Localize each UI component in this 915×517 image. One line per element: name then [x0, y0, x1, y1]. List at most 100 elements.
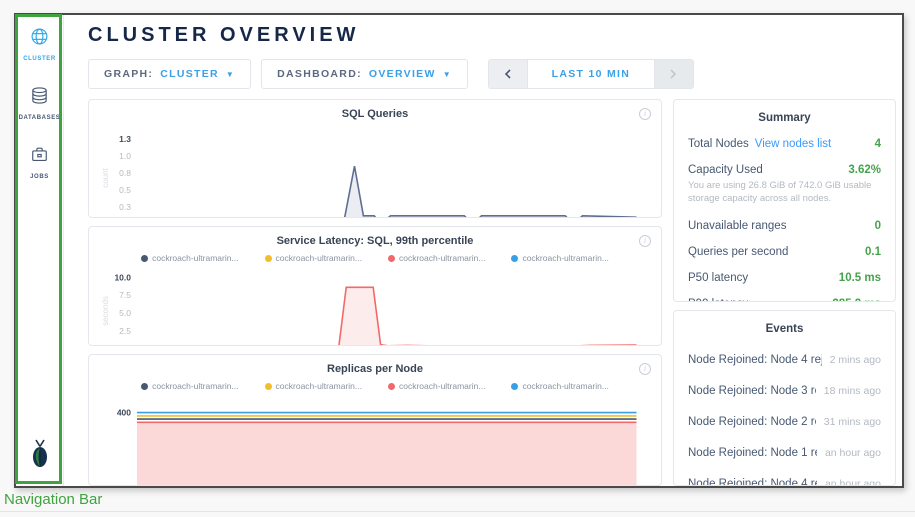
- summary-label: Unavailable ranges: [688, 220, 786, 232]
- chart-legend: cockroach-ultramarin... cockroach-ultram…: [99, 253, 651, 263]
- chart-title: Service Latency: SQL, 99th percentile: [99, 235, 651, 247]
- right-column: Summary Total NodesView nodes list4Capac…: [673, 99, 896, 486]
- event-text: Node Rejoined: Node 2 rej...: [688, 416, 816, 428]
- chevron-down-icon: ▼: [443, 70, 452, 79]
- main-content: CLUSTER OVERVIEW GRAPH: CLUSTER ▼ DASHBO…: [64, 15, 902, 486]
- svg-text:0.0: 0.0: [119, 344, 131, 346]
- event-text: Node Rejoined: Node 4 rej...: [688, 478, 817, 486]
- sidebar-item-label: DATABASES: [19, 115, 61, 121]
- database-icon: [30, 86, 49, 110]
- summary-label: Capacity Used: [688, 164, 763, 176]
- sidebar-item-databases[interactable]: DATABASES: [19, 86, 61, 121]
- legend-dot: [511, 255, 518, 262]
- legend-item[interactable]: cockroach-ultramarin...: [141, 253, 238, 263]
- svg-text:10.0: 10.0: [114, 273, 131, 283]
- event-row: Node Rejoined: Node 4 rej... an hour ago: [688, 478, 881, 486]
- chart-legend: cockroach-ultramarin... cockroach-ultram…: [99, 381, 651, 391]
- replicas-per-node-chart: 40014:4014:4114:4214:4314:4414:4514:4614…: [99, 395, 651, 486]
- chevron-down-icon: ▼: [226, 70, 235, 79]
- legend-label: cockroach-ultramarin...: [522, 253, 608, 263]
- page-title: CLUSTER OVERVIEW: [88, 24, 896, 47]
- chart-title: SQL Queries: [99, 108, 651, 120]
- app-window: CLUSTER DATABASES JOBS CLUSTER OVERVIEW …: [14, 13, 904, 488]
- legend-label: cockroach-ultramarin...: [276, 381, 362, 391]
- event-rows: Node Rejoined: Node 4 rej... 2 mins agoN…: [688, 354, 881, 486]
- legend-dot: [265, 255, 272, 262]
- dashboard-dropdown[interactable]: DASHBOARD: OVERVIEW ▼: [261, 59, 468, 89]
- summary-subtext: You are using 26.8 GiB of 742.0 GiB usab…: [688, 179, 881, 206]
- legend-label: cockroach-ultramarin...: [399, 253, 485, 263]
- summary-row: Capacity Used 3.62%: [688, 164, 881, 176]
- legend-label: cockroach-ultramarin...: [399, 381, 485, 391]
- legend-dot: [141, 255, 148, 262]
- summary-label: P50 latency: [688, 272, 748, 284]
- events-panel: Events Node Rejoined: Node 4 rej... 2 mi…: [673, 310, 896, 486]
- timerange-label-button[interactable]: LAST 10 MIN: [527, 60, 655, 88]
- legend-dot: [265, 383, 272, 390]
- svg-text:0.3: 0.3: [119, 202, 131, 212]
- svg-text:7.5: 7.5: [119, 291, 131, 301]
- legend-label: cockroach-ultramarin...: [152, 381, 238, 391]
- service-latency-sql-99th-percentile-card: Service Latency: SQL, 99th percentilei c…: [88, 226, 662, 346]
- graph-dropdown-value: CLUSTER: [160, 68, 219, 80]
- events-title: Events: [688, 323, 881, 335]
- svg-text:0.5: 0.5: [119, 185, 131, 195]
- summary-label: Queries per second: [688, 246, 788, 258]
- chevron-left-icon: [504, 69, 511, 79]
- sidebar-item-label: JOBS: [30, 174, 49, 180]
- service-latency-sql-99th-percentile-chart: 0.02.55.07.510.014:4014:4114:4214:4314:4…: [99, 267, 651, 346]
- view-nodes-link[interactable]: View nodes list: [755, 138, 832, 150]
- summary-panel: Summary Total NodesView nodes list4Capac…: [673, 99, 896, 302]
- cockroachdb-logo[interactable]: [27, 439, 53, 474]
- legend-item[interactable]: cockroach-ultramarin...: [388, 253, 485, 263]
- summary-row: P99 latency 285.2 ms: [688, 298, 881, 303]
- svg-text:1.0: 1.0: [119, 151, 131, 161]
- legend-item[interactable]: cockroach-ultramarin...: [265, 253, 362, 263]
- dashboard-dropdown-value: OVERVIEW: [369, 68, 436, 80]
- legend-item[interactable]: cockroach-ultramarin...: [511, 253, 608, 263]
- chart-title: Replicas per Node: [99, 363, 651, 375]
- summary-value: 4: [875, 138, 881, 150]
- sidebar-item-cluster[interactable]: CLUSTER: [19, 27, 61, 62]
- legend-item[interactable]: cockroach-ultramarin...: [141, 381, 238, 391]
- summary-value: 285.2 ms: [832, 298, 881, 303]
- summary-value: 0.1: [865, 246, 881, 258]
- summary-rows: Total Nodes View nodes list 4 Capacity Used…: [688, 138, 881, 302]
- legend-label: cockroach-ultramarin...: [152, 253, 238, 263]
- annotation-label: Navigation Bar: [4, 491, 102, 508]
- legend-dot: [141, 383, 148, 390]
- toolbar: GRAPH: CLUSTER ▼ DASHBOARD: OVERVIEW ▼ L…: [88, 59, 896, 89]
- svg-text:5.0: 5.0: [119, 309, 131, 319]
- sidebar: CLUSTER DATABASES JOBS: [16, 15, 64, 486]
- svg-text:1.3: 1.3: [119, 134, 131, 144]
- event-text: Node Rejoined: Node 1 rej...: [688, 447, 817, 459]
- event-time: 18 mins ago: [824, 385, 881, 397]
- dashboard-dropdown-label: DASHBOARD:: [277, 68, 362, 80]
- summary-value: 10.5 ms: [839, 272, 881, 284]
- info-icon[interactable]: i: [639, 108, 651, 120]
- timerange-next-button[interactable]: [655, 60, 693, 88]
- charts-column: SQL Queriesi0.00.30.50.81.01.314:4014:41…: [88, 99, 662, 486]
- legend-dot: [388, 383, 395, 390]
- legend-label: cockroach-ultramarin...: [276, 253, 362, 263]
- svg-text:seconds: seconds: [101, 296, 110, 326]
- legend-label: cockroach-ultramarin...: [522, 381, 608, 391]
- graph-dropdown[interactable]: GRAPH: CLUSTER ▼: [88, 59, 251, 89]
- summary-value: 0: [875, 220, 881, 232]
- summary-label: P99 latency: [688, 298, 748, 303]
- sql-queries-card: SQL Queriesi0.00.30.50.81.01.314:4014:41…: [88, 99, 662, 218]
- summary-row: Total Nodes View nodes list 4: [688, 138, 881, 150]
- legend-item[interactable]: cockroach-ultramarin...: [265, 381, 362, 391]
- chevron-right-icon: [670, 69, 677, 79]
- svg-text:2.5: 2.5: [119, 326, 131, 336]
- summary-value: 3.62%: [848, 164, 881, 176]
- sidebar-item-jobs[interactable]: JOBS: [19, 145, 61, 180]
- content-columns: SQL Queriesi0.00.30.50.81.01.314:4014:41…: [88, 99, 896, 486]
- svg-text:count: count: [101, 167, 110, 187]
- summary-label: Total Nodes: [688, 138, 749, 150]
- legend-item[interactable]: cockroach-ultramarin...: [388, 381, 485, 391]
- timerange-prev-button[interactable]: [489, 60, 527, 88]
- briefcase-icon: [30, 145, 49, 169]
- summary-row: P50 latency 10.5 ms: [688, 272, 881, 284]
- legend-item[interactable]: cockroach-ultramarin...: [511, 381, 608, 391]
